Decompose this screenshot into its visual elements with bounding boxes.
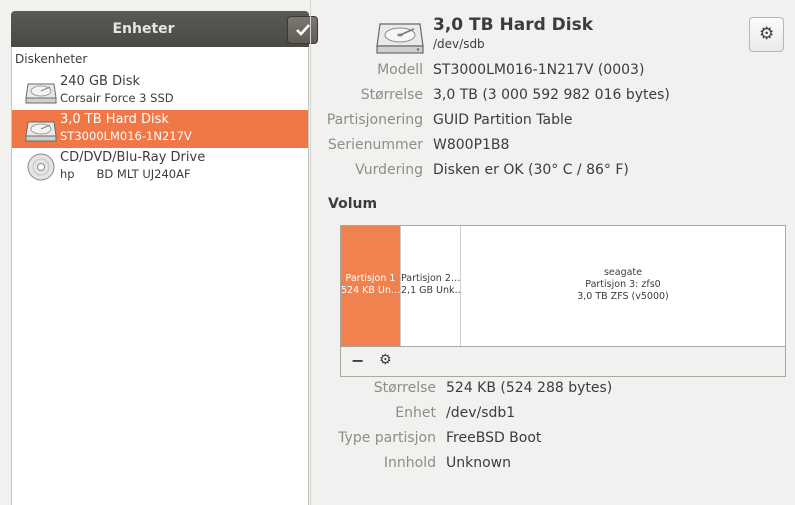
prop-row-model: Modell ST3000LM016-1N217V (0003) — [311, 62, 795, 82]
part-prop-row-device: Enhet /dev/sdb1 — [311, 405, 795, 425]
optical-disc-icon — [27, 153, 55, 181]
disk-details-pane: 3,0 TB Hard Disk /dev/sdb ⚙ Modell ST300… — [311, 0, 795, 505]
prop-key: Størrelse — [360, 87, 423, 103]
prop-value: W800P1B8 — [433, 137, 510, 153]
prop-key: Størrelse — [373, 380, 436, 396]
disk-menu-button[interactable]: ⚙ — [749, 17, 784, 52]
partition-label: Partisjon 2… — [401, 273, 461, 284]
partition-label: Partisjon 3: zfs0 — [585, 279, 661, 290]
prop-row-size: Størrelse 3,0 TB (3 000 592 982 016 byte… — [311, 87, 795, 107]
prop-key: Modell — [377, 62, 423, 78]
volume-map: Partisjon 1 524 KB Un… Partisjon 2… 2,1 … — [340, 225, 786, 377]
hard-disk-icon — [25, 121, 57, 142]
prop-value: FreeBSD Boot — [446, 430, 542, 446]
partition-label: Partisjon 1 — [345, 273, 396, 284]
partition-size: 3,0 TB ZFS (v5000) — [577, 291, 669, 302]
prop-value: /dev/sdb1 — [446, 405, 516, 421]
prop-value: 3,0 TB (3 000 592 982 016 bytes) — [433, 87, 670, 103]
device-list: Diskenheter 240 GB Disk Corsair Force 3 … — [11, 47, 309, 505]
devices-pane: Enheter Diskenheter 240 GB Disk Corsair … — [0, 0, 318, 505]
prop-key: Innhold — [383, 455, 436, 471]
device-model: hp BD MLT UJ240AF — [60, 167, 191, 181]
prop-value: ST3000LM016-1N217V (0003) — [433, 62, 645, 78]
devices-title: Enheter — [112, 21, 175, 37]
checkmark-icon — [296, 24, 310, 36]
part-prop-row-size: Størrelse 524 KB (524 288 bytes) — [311, 380, 795, 400]
prop-value: Disken er OK (30° C / 86° F) — [433, 162, 629, 178]
hard-disk-icon — [376, 23, 424, 54]
prop-value: GUID Partition Table — [433, 112, 573, 128]
prop-key: Partisjonering — [326, 112, 423, 128]
device-item-240gb[interactable]: 240 GB Disk Corsair Force 3 SSD — [12, 72, 308, 110]
prop-key: Type partisjon — [338, 430, 436, 446]
device-name: CD/DVD/Blu-Ray Drive — [60, 150, 206, 165]
prop-key: Serienummer — [327, 137, 423, 153]
delete-partition-button[interactable]: − — [351, 351, 364, 370]
devices-header: Enheter — [11, 11, 318, 47]
partition-size: 524 KB Un… — [341, 285, 401, 296]
group-label: Diskenheter — [15, 52, 88, 66]
prop-key: Enhet — [395, 405, 436, 421]
partition-options-button[interactable]: ⚙ — [379, 352, 392, 368]
partition-fs-label: seagate — [603, 267, 643, 278]
part-prop-row-content: Innhold Unknown — [311, 455, 795, 475]
device-item-optical[interactable]: CD/DVD/Blu-Ray Drive hp BD MLT UJ240AF — [12, 148, 308, 186]
partition-3-block[interactable]: seagate Partisjon 3: zfs0 3,0 TB ZFS (v5… — [461, 226, 785, 346]
partition-size: 2,1 GB Unk… — [401, 285, 461, 296]
prop-value: Unknown — [446, 455, 511, 471]
device-name: 3,0 TB Hard Disk — [60, 112, 169, 127]
prop-key: Vurdering — [355, 162, 423, 178]
disk-device-path: /dev/sdb — [433, 37, 485, 51]
prop-row-serial: Serienummer W800P1B8 — [311, 137, 795, 157]
prop-value: 524 KB (524 288 bytes) — [446, 380, 613, 396]
partition-2-block[interactable]: Partisjon 2… 2,1 GB Unk… — [401, 226, 461, 346]
partition-1-block[interactable]: Partisjon 1 524 KB Un… — [341, 226, 401, 346]
prop-row-partitioning: Partisjonering GUID Partition Table — [311, 112, 795, 132]
device-model: Corsair Force 3 SSD — [60, 91, 174, 105]
part-prop-row-type: Type partisjon FreeBSD Boot — [311, 430, 795, 450]
hard-disk-icon — [25, 83, 57, 104]
device-model: ST3000LM016-1N217V — [60, 129, 192, 143]
prop-row-assessment: Vurdering Disken er OK (30° C / 86° F) — [311, 162, 795, 182]
device-name: 240 GB Disk — [60, 74, 140, 89]
volume-section-title: Volum — [328, 196, 378, 212]
device-item-3tb[interactable]: 3,0 TB Hard Disk ST3000LM016-1N217V — [12, 110, 308, 148]
volume-toolbar: − ⚙ — [341, 346, 785, 376]
gear-icon: ⚙ — [759, 24, 775, 44]
disk-title: 3,0 TB Hard Disk — [433, 15, 594, 35]
